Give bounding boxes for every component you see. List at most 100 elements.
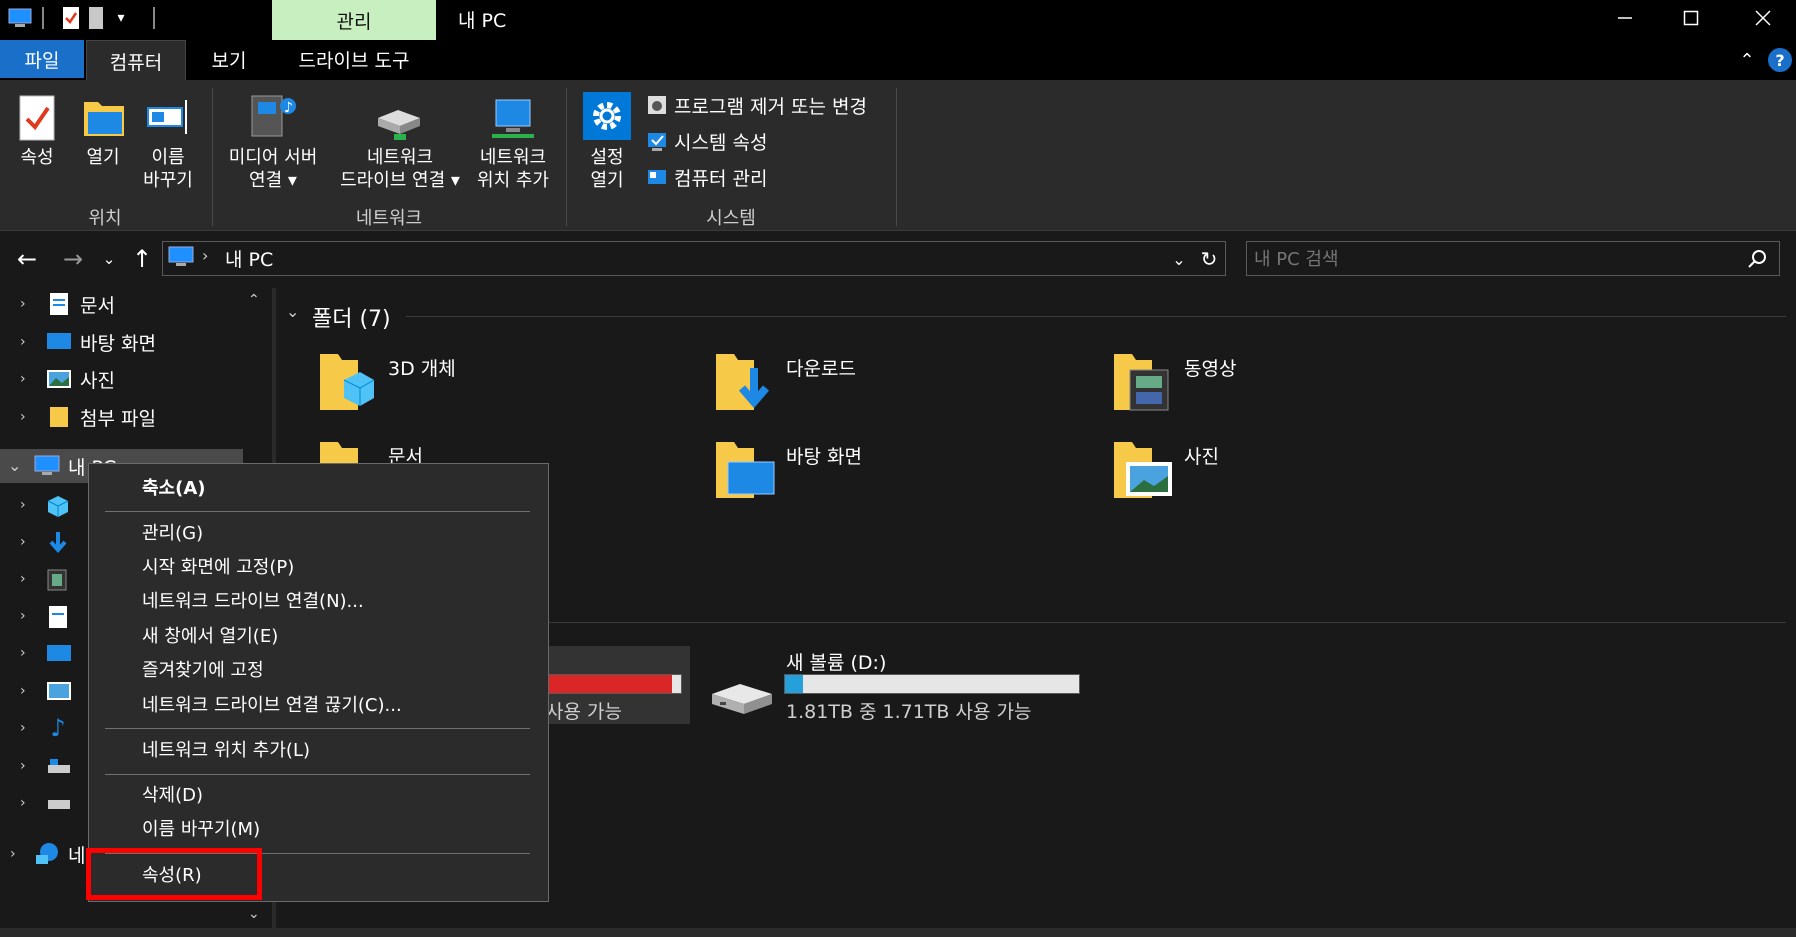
3d-objects-folder-icon[interactable] <box>318 348 376 418</box>
menu-item-open-new-window[interactable]: 새 창에서 열기(E) <box>142 620 278 650</box>
address-dropdown-icon[interactable]: ⌄ <box>1166 244 1192 274</box>
expand-chevron-icon[interactable]: › <box>10 846 16 862</box>
forward-arrow-icon[interactable]: → <box>58 244 88 274</box>
ribbon-add-network-location-button[interactable]: 네트워크 위치 추가 <box>470 146 556 192</box>
tab-drive-tools[interactable]: 드라이브 도구 <box>272 40 436 78</box>
close-button[interactable] <box>1730 0 1796 36</box>
3d-objects-icon[interactable] <box>46 494 70 518</box>
help-icon[interactable]: ? <box>1768 48 1792 72</box>
downloads-icon[interactable] <box>46 530 70 556</box>
contextual-tab-header: 관리 <box>272 0 436 40</box>
drive-d-name[interactable]: 새 볼륨 (D:) <box>786 648 886 675</box>
ribbon-uninstall-button[interactable]: 프로그램 제거 또는 변경 <box>674 92 867 119</box>
sidebar-item-documents[interactable]: 문서 <box>48 287 115 321</box>
drive-d-usage-fill <box>785 675 803 693</box>
recent-locations-chevron-icon[interactable]: ⌄ <box>98 244 120 274</box>
os-drive-icon[interactable] <box>46 757 72 777</box>
sidebar-item-desktop[interactable]: 바탕 화면 <box>46 325 156 359</box>
desktop-icon[interactable] <box>46 644 72 664</box>
ribbon-properties-button[interactable]: 속성 <box>8 146 66 169</box>
expand-chevron-icon[interactable]: › <box>20 334 26 350</box>
collapse-ribbon-icon[interactable]: ⌃ <box>1732 46 1762 74</box>
folder-label[interactable]: 사진 <box>1184 442 1219 469</box>
menu-item-collapse[interactable]: 축소(A) <box>142 472 206 502</box>
desktop-icon <box>47 333 71 349</box>
tab-file[interactable]: 파일 <box>0 40 84 78</box>
drive-d-icon[interactable] <box>706 678 776 720</box>
folder-label[interactable]: 3D 개체 <box>388 354 456 381</box>
ribbon-map-drive-button[interactable]: 네트워크 드라이브 연결 ▾ <box>330 146 470 192</box>
expand-chevron-icon[interactable]: › <box>20 534 26 550</box>
properties-quick-icon[interactable] <box>62 6 80 30</box>
drive-icon[interactable] <box>46 796 72 812</box>
sidebar-item-attachments[interactable]: 첨부 파일 <box>48 400 156 434</box>
expand-chevron-icon[interactable]: › <box>20 409 26 425</box>
sidebar-item-network[interactable]: 네 <box>34 837 85 871</box>
tab-view[interactable]: 보기 <box>186 40 272 78</box>
videos-folder-icon[interactable] <box>1112 348 1172 418</box>
folder-label[interactable]: 다운로드 <box>786 354 856 381</box>
title-bar: ▾ 관리 내 PC <box>0 0 1796 40</box>
rename-icon <box>146 96 192 136</box>
expand-chevron-icon[interactable]: › <box>20 720 26 736</box>
expand-chevron-icon[interactable]: › <box>20 645 26 661</box>
window-title: 내 PC <box>458 10 507 32</box>
expand-chevron-icon[interactable]: › <box>20 795 26 811</box>
collapse-group-chevron-icon[interactable]: ⌄ <box>286 302 299 321</box>
expand-chevron-icon[interactable]: › <box>20 683 26 699</box>
ribbon-system-properties-button[interactable]: 시스템 속성 <box>674 128 767 155</box>
expand-chevron-icon[interactable]: › <box>20 608 26 624</box>
folder-label[interactable]: 동영상 <box>1184 354 1236 381</box>
menu-item-add-network-location[interactable]: 네트워크 위치 추가(L) <box>142 734 310 764</box>
uninstall-program-icon <box>646 94 668 116</box>
menu-item-disconnect-network-drive[interactable]: 네트워크 드라이브 연결 끊기(C)... <box>142 689 402 719</box>
system-properties-icon <box>646 130 668 152</box>
menu-item-pin-to-quick-access[interactable]: 즐겨찾기에 고정 <box>142 654 264 684</box>
breadcrumb-this-pc[interactable]: 내 PC <box>225 245 273 272</box>
tab-computer[interactable]: 컴퓨터 <box>86 40 186 81</box>
expand-chevron-icon[interactable]: › <box>20 371 26 387</box>
ribbon-computer-management-button[interactable]: 컴퓨터 관리 <box>674 164 767 191</box>
network-icon <box>36 843 58 864</box>
expand-chevron-icon[interactable]: › <box>20 296 26 312</box>
pictures-icon[interactable] <box>46 681 72 701</box>
menu-item-delete[interactable]: 삭제(D) <box>142 779 203 809</box>
up-arrow-icon[interactable]: ↑ <box>128 244 156 274</box>
back-arrow-icon[interactable]: ← <box>12 244 42 274</box>
folder-label[interactable]: 바탕 화면 <box>786 442 862 469</box>
customize-dropdown-icon[interactable]: ▾ <box>112 6 130 30</box>
ribbon-media-server-button[interactable]: 미디어 서버 연결 ▾ <box>216 146 330 192</box>
music-icon[interactable]: ♪ <box>46 714 70 742</box>
computer-management-icon <box>646 166 668 188</box>
refresh-icon[interactable]: ↻ <box>1196 244 1222 274</box>
settings-gear-icon <box>583 92 631 140</box>
this-pc-icon <box>34 455 60 475</box>
maximize-button[interactable] <box>1658 0 1724 36</box>
expand-chevron-icon[interactable]: › <box>20 497 26 513</box>
menu-item-manage[interactable]: 관리(G) <box>142 517 203 547</box>
collapse-chevron-icon[interactable]: ⌄ <box>8 456 21 475</box>
search-icon[interactable] <box>1744 246 1770 272</box>
folders-group-header[interactable]: 폴더 (7) <box>312 301 391 333</box>
new-folder-quick-icon[interactable] <box>88 6 104 30</box>
sidebar-scroll-up-icon[interactable]: ⌃ <box>248 292 260 308</box>
menu-item-pin-to-start[interactable]: 시작 화면에 고정(P) <box>142 551 294 581</box>
pictures-folder-icon[interactable] <box>1112 436 1174 506</box>
sidebar-item-pictures[interactable]: 사진 <box>46 362 115 396</box>
menu-item-rename[interactable]: 이름 바꾸기(M) <box>142 813 260 843</box>
ribbon-open-button[interactable]: 열기 <box>74 146 132 169</box>
ribbon-open-settings-button[interactable]: 설정 열기 <box>574 146 640 192</box>
menu-item-map-network-drive[interactable]: 네트워크 드라이브 연결(N)... <box>142 585 364 615</box>
sidebar-scroll-down-icon[interactable]: ⌄ <box>248 906 260 922</box>
search-input[interactable] <box>1252 244 1726 274</box>
desktop-folder-icon[interactable] <box>714 436 776 506</box>
videos-icon[interactable] <box>46 568 68 592</box>
expand-chevron-icon[interactable]: › <box>20 758 26 774</box>
breadcrumb-separator-icon[interactable]: › <box>202 246 208 265</box>
address-bar[interactable] <box>162 241 1226 276</box>
ribbon-rename-button[interactable]: 이름 바꾸기 <box>136 146 200 192</box>
downloads-folder-icon[interactable] <box>714 348 774 418</box>
document-icon[interactable] <box>48 605 68 629</box>
expand-chevron-icon[interactable]: › <box>20 571 26 587</box>
minimize-button[interactable] <box>1592 0 1658 36</box>
